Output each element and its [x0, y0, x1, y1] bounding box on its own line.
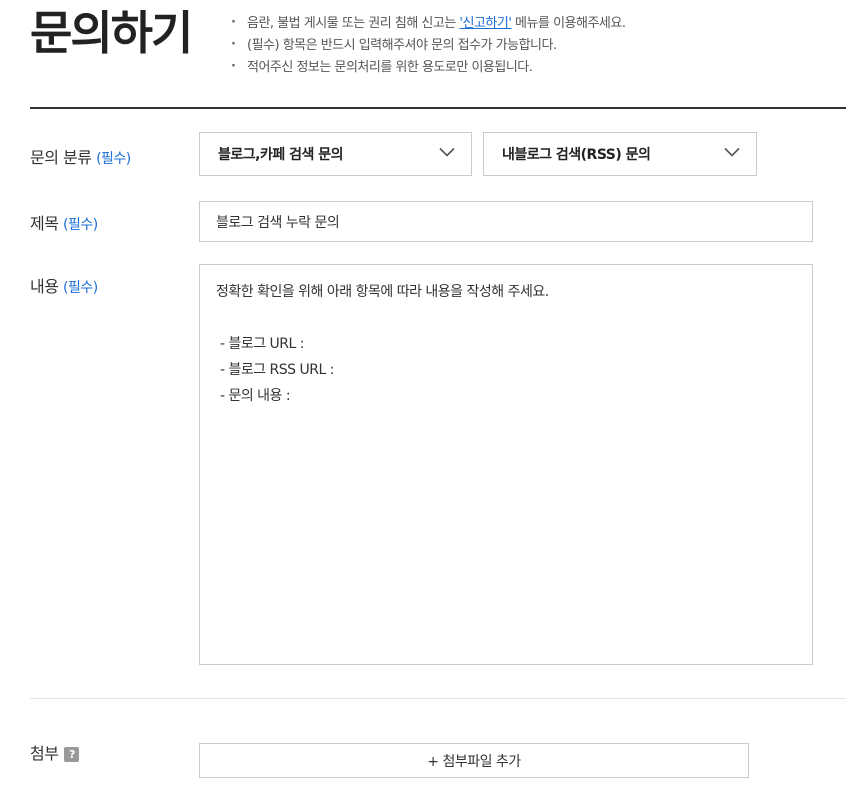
attachment-label: 첨부? — [30, 740, 80, 764]
required-mark: (필수) — [63, 280, 98, 296]
content-textarea[interactable]: 정확한 확인을 위해 아래 항목에 따라 내용을 작성해 주세요. - 블로그 … — [199, 264, 813, 665]
page-title: 문의하기 — [30, 6, 193, 60]
notice-item-required: (필수) 항목은 반드시 입력해주셔야 문의 접수가 가능합니다. — [230, 35, 625, 58]
required-mark: (필수) — [63, 217, 98, 233]
title-divider — [30, 107, 846, 109]
category-secondary-select[interactable]: 내블로그 검색(RSS) 문의 — [483, 132, 757, 176]
required-mark: (필수) — [96, 151, 131, 167]
add-attachment-button[interactable]: + 첨부파일 추가 — [199, 743, 749, 778]
category-primary-select[interactable]: 블로그,카페 검색 문의 — [199, 132, 472, 176]
chevron-down-icon — [724, 147, 740, 157]
report-link[interactable]: '신고하기' — [459, 16, 512, 31]
help-icon[interactable]: ? — [64, 747, 80, 762]
notice-item-report: 음란, 불법 게시물 또는 권리 침해 신고는 '신고하기' 메뉴를 이용해주세… — [230, 13, 626, 36]
notice-item-privacy: 적어주신 정보는 문의처리를 위한 용도로만 이용됩니다. — [230, 57, 625, 80]
content-label: 내용 (필수) — [30, 277, 98, 296]
subject-label: 제목 (필수) — [30, 214, 98, 233]
notice-list: 음란, 불법 게시물 또는 권리 침해 신고는 '신고하기' 메뉴를 이용해주세… — [230, 13, 626, 80]
section-divider — [30, 698, 846, 699]
chevron-down-icon — [439, 147, 455, 157]
subject-input[interactable] — [199, 201, 813, 242]
category-label: 문의 분류 (필수) — [30, 148, 131, 167]
